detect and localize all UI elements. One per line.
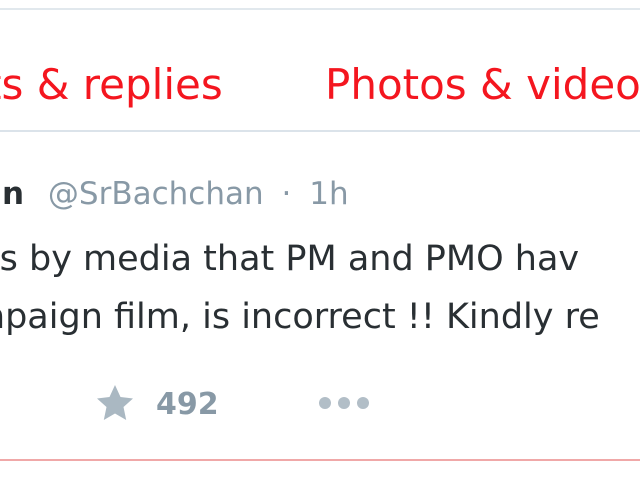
top-divider [0,0,640,10]
profile-tabs: ts & replies Photos & video [0,12,640,132]
tweet-header: han @SrBachchan · 1h [0,179,349,210]
tab-photos-and-videos[interactable]: Photos & video [325,64,640,106]
tweet-time-separator: · [281,176,292,212]
bottom-divider [0,459,640,461]
tweet-author-name[interactable]: han [0,176,24,212]
tweet-actions: 492 [0,383,640,423]
tab-tweets-and-replies[interactable]: ts & replies [0,64,223,106]
tweet-text-line-1: ws by media that PM and PMO hav [0,239,580,279]
tweet-timestamp[interactable]: 1h [309,176,348,212]
favorite-count: 492 [156,387,219,422]
more-icon[interactable] [318,394,370,412]
star-icon[interactable] [95,383,135,423]
tweet-author-handle[interactable]: @SrBachchan [48,176,264,212]
tweet-text-line-2: mpaign film, is incorrect !! Kindly re [0,297,600,337]
tweet[interactable]: han @SrBachchan · 1h ws by media that PM… [0,134,640,464]
